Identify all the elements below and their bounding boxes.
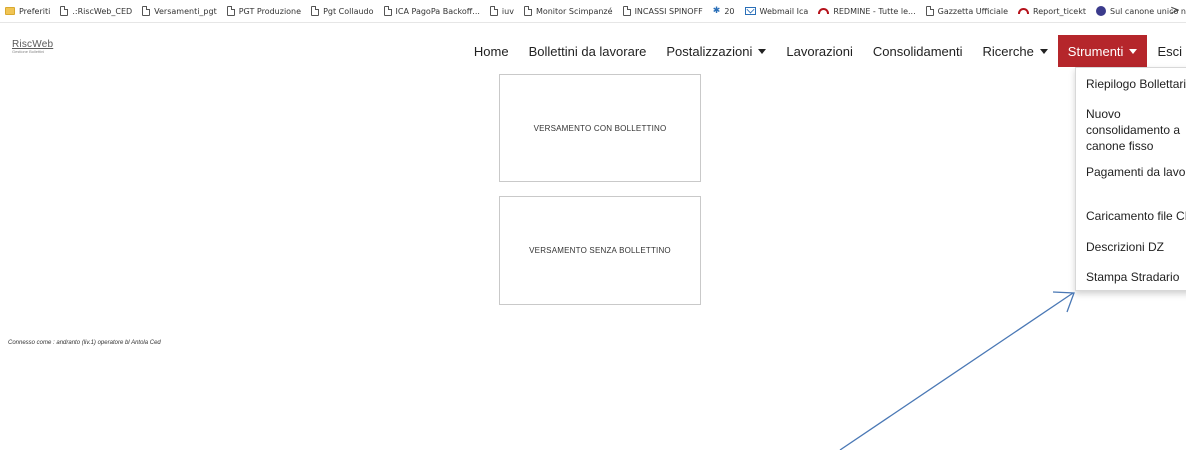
arrow-shaft: [839, 292, 1074, 450]
annotation-arrow: [839, 291, 1075, 450]
